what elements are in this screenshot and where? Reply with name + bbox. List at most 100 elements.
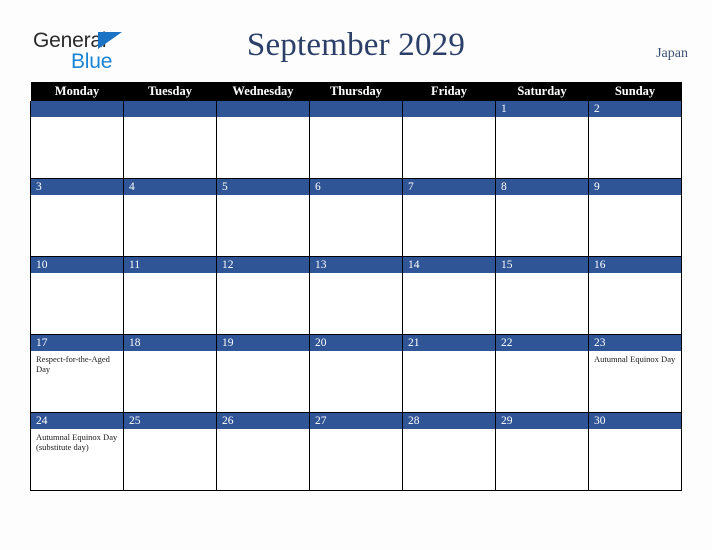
- day-cell-10[interactable]: 10: [30, 256, 124, 335]
- date-number: 9: [589, 179, 681, 195]
- day-events: [496, 351, 588, 412]
- weekday-header-tuesday: Tuesday: [123, 82, 217, 101]
- day-cell-inner: 6: [310, 179, 402, 256]
- date-number: 15: [496, 257, 588, 273]
- day-events: [31, 117, 123, 178]
- calendar-week-row: 12: [30, 101, 682, 179]
- day-cell-inner: 12: [217, 257, 309, 334]
- weekday-header-monday: Monday: [30, 82, 124, 101]
- date-number: 18: [124, 335, 216, 351]
- date-number: 30: [589, 413, 681, 429]
- day-events: [589, 429, 681, 490]
- day-cell-inner: 4: [124, 179, 216, 256]
- date-number: 1: [496, 101, 588, 117]
- date-number: 10: [31, 257, 123, 273]
- day-events: [310, 351, 402, 412]
- day-cell-inner: 10: [31, 257, 123, 334]
- day-events: [310, 117, 402, 178]
- day-cell-15[interactable]: 15: [495, 256, 589, 335]
- calendar-header-row: Monday Tuesday Wednesday Thursday Friday Satu…: [30, 82, 682, 101]
- day-events: [217, 195, 309, 256]
- day-cell-inner: 24 Autumnal Equinox Day (substitute day): [31, 413, 123, 490]
- day-cell-empty[interactable]: [30, 101, 124, 179]
- day-cell-6[interactable]: 6: [309, 178, 403, 257]
- day-cell-empty[interactable]: [123, 101, 217, 179]
- day-cell-16[interactable]: 16: [588, 256, 682, 335]
- day-cell-19[interactable]: 19: [216, 334, 310, 413]
- day-cell-inner: 29: [496, 413, 588, 490]
- day-events: [124, 195, 216, 256]
- date-number: 19: [217, 335, 309, 351]
- day-events: [124, 429, 216, 490]
- date-number: 23: [589, 335, 681, 351]
- date-number: 21: [403, 335, 495, 351]
- day-cell-inner: 3: [31, 179, 123, 256]
- day-events: [496, 195, 588, 256]
- date-number: 22: [496, 335, 588, 351]
- day-cell-29[interactable]: 29: [495, 412, 589, 491]
- day-cell-27[interactable]: 27: [309, 412, 403, 491]
- day-cell-24[interactable]: 24 Autumnal Equinox Day (substitute day): [30, 412, 124, 491]
- weekday-header-thursday: Thursday: [309, 82, 403, 101]
- day-cell-empty[interactable]: [216, 101, 310, 179]
- day-cell-12[interactable]: 12: [216, 256, 310, 335]
- day-cell-inner: 18: [124, 335, 216, 412]
- day-cell-1[interactable]: 1: [495, 101, 589, 179]
- day-cell-2[interactable]: 2: [588, 101, 682, 179]
- day-cell-4[interactable]: 4: [123, 178, 217, 257]
- day-cell-13[interactable]: 13: [309, 256, 403, 335]
- day-cell-inner: 14: [403, 257, 495, 334]
- date-number: [124, 101, 216, 117]
- day-cell-inner: [310, 101, 402, 178]
- holiday-label: Autumnal Equinox Day: [594, 354, 676, 364]
- calendar-week-row: 17 Respect-for-the-Aged Day 18 19 20 21 22 23 Au…: [30, 334, 682, 413]
- day-cell-inner: 21: [403, 335, 495, 412]
- day-events: [124, 273, 216, 334]
- date-number: [217, 101, 309, 117]
- day-cell-inner: 13: [310, 257, 402, 334]
- day-events: [496, 429, 588, 490]
- day-cell-21[interactable]: 21: [402, 334, 496, 413]
- date-number: 4: [124, 179, 216, 195]
- holiday-label: Autumnal Equinox Day (substitute day): [36, 432, 118, 452]
- day-cell-7[interactable]: 7: [402, 178, 496, 257]
- day-events: [589, 273, 681, 334]
- day-cell-20[interactable]: 20: [309, 334, 403, 413]
- weekday-header-saturday: Saturday: [495, 82, 589, 101]
- day-cell-inner: 15: [496, 257, 588, 334]
- day-cell-3[interactable]: 3: [30, 178, 124, 257]
- date-number: 3: [31, 179, 123, 195]
- day-cell-inner: 8: [496, 179, 588, 256]
- day-cell-inner: [403, 101, 495, 178]
- day-events: [403, 429, 495, 490]
- day-cell-11[interactable]: 11: [123, 256, 217, 335]
- day-cell-empty[interactable]: [402, 101, 496, 179]
- day-cell-18[interactable]: 18: [123, 334, 217, 413]
- day-cell-23[interactable]: 23 Autumnal Equinox Day: [588, 334, 682, 413]
- page-title: September 2029: [246, 27, 466, 63]
- day-cell-26[interactable]: 26: [216, 412, 310, 491]
- day-cell-22[interactable]: 22: [495, 334, 589, 413]
- calendar-week-row: 10 11 12 13 14 15 16: [30, 256, 682, 335]
- date-number: 25: [124, 413, 216, 429]
- day-cell-inner: [217, 101, 309, 178]
- holiday-label: Respect-for-the-Aged Day: [36, 354, 110, 374]
- date-number: 7: [403, 179, 495, 195]
- date-number: 29: [496, 413, 588, 429]
- day-cell-5[interactable]: 5: [216, 178, 310, 257]
- day-cell-inner: 19: [217, 335, 309, 412]
- day-cell-28[interactable]: 28: [402, 412, 496, 491]
- day-cell-8[interactable]: 8: [495, 178, 589, 257]
- date-number: 6: [310, 179, 402, 195]
- day-events: [124, 351, 216, 412]
- day-cell-inner: 27: [310, 413, 402, 490]
- day-cell-14[interactable]: 14: [402, 256, 496, 335]
- day-events: [31, 195, 123, 256]
- day-cell-empty[interactable]: [309, 101, 403, 179]
- weekday-header-friday: Friday: [402, 82, 496, 101]
- day-cell-30[interactable]: 30: [588, 412, 682, 491]
- day-cell-17[interactable]: 17 Respect-for-the-Aged Day: [30, 334, 124, 413]
- date-number: 13: [310, 257, 402, 273]
- day-cell-9[interactable]: 9: [588, 178, 682, 257]
- day-cell-25[interactable]: 25: [123, 412, 217, 491]
